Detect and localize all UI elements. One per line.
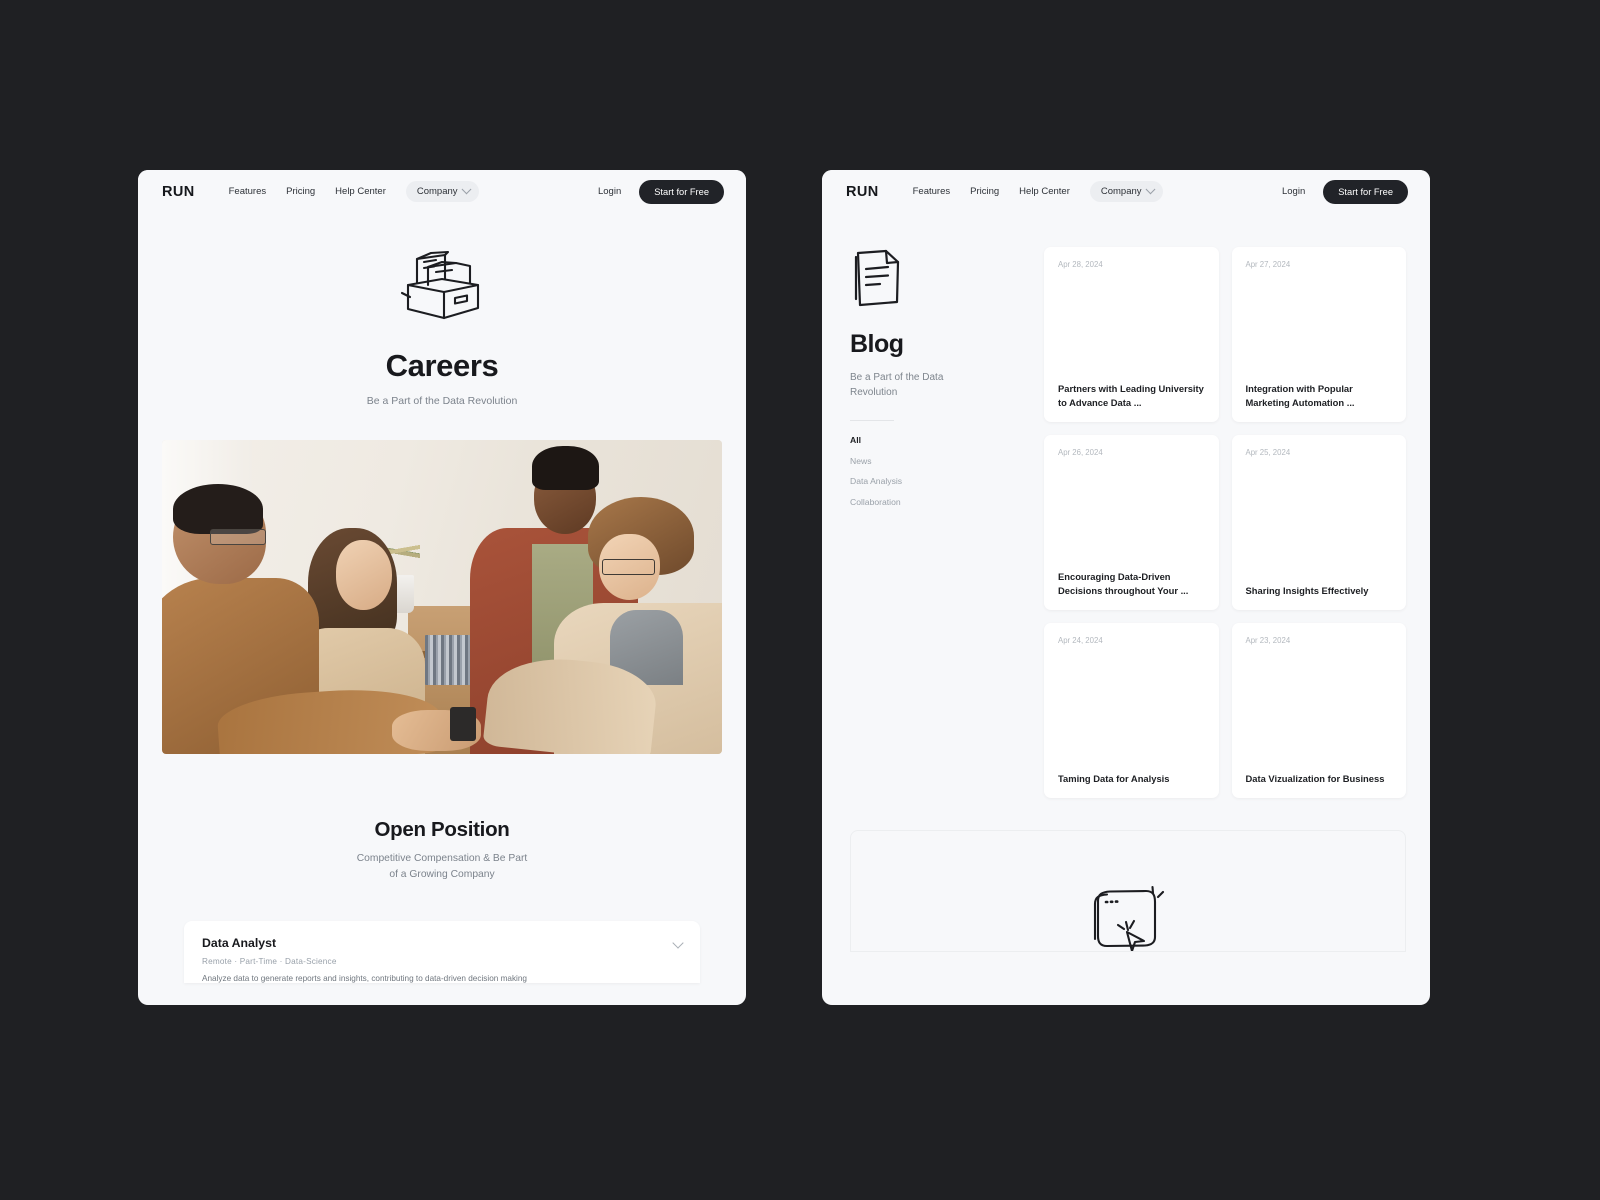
- careers-page-panel: RUN Features Pricing Help Center Company…: [138, 170, 746, 1005]
- blog-post-date: Apr 28, 2024: [1058, 260, 1103, 269]
- nav-dropdown-company[interactable]: Company: [405, 181, 479, 202]
- job-listing-card[interactable]: Data Analyst Remote · Part-Time · Data-S…: [184, 920, 700, 983]
- file-drawer-icon: [400, 250, 480, 320]
- blog-post-title: Integration with Popular Marketing Autom…: [1245, 383, 1355, 408]
- nav-dropdown-company-label: Company: [1100, 186, 1142, 197]
- nav-right-group: Login Start for Free: [598, 179, 724, 204]
- login-link[interactable]: Login: [598, 186, 621, 197]
- blog-category-data-analysis[interactable]: Data Analysis: [850, 476, 1040, 486]
- careers-page-subtitle: Be a Part of the Data Revolution: [366, 395, 518, 407]
- nav-dropdown-company-label: Company: [416, 186, 458, 197]
- blog-navbar: RUN Features Pricing Help Center Company…: [822, 170, 1430, 213]
- blog-post-title: Partners with Leading University to Adva…: [1058, 383, 1204, 408]
- document-icon: [854, 249, 900, 307]
- careers-page-title: Careers: [385, 348, 499, 383]
- blog-cta-section: [850, 830, 1406, 952]
- blog-page-subtitle: Be a Part of the Data Revolution: [850, 372, 944, 398]
- nav-links: Features Pricing Help Center Company: [229, 181, 479, 202]
- blog-post-title: Data Vizualization for Business: [1245, 772, 1385, 784]
- screen-background: RUN Features Pricing Help Center Company…: [0, 0, 1600, 1200]
- login-link[interactable]: Login: [1282, 186, 1305, 197]
- blog-category-list: All News Data Analysis Collaboration: [850, 435, 1040, 507]
- blog-sidebar: Blog Be a Part of the Data Revolution Al…: [850, 247, 1040, 798]
- blog-page-title: Blog: [850, 330, 904, 358]
- blog-category-all[interactable]: All: [850, 435, 1040, 445]
- start-for-free-button[interactable]: Start for Free: [1323, 179, 1408, 204]
- blog-post-date: Apr 27, 2024: [1245, 260, 1291, 269]
- blog-post-date: Apr 26, 2024: [1058, 448, 1103, 457]
- blog-post-date: Apr 24, 2024: [1058, 636, 1103, 645]
- job-meta: Remote · Part-Time · Data-Science: [202, 956, 337, 966]
- nav-link-help-center[interactable]: Help Center: [335, 186, 386, 197]
- blog-content: Blog Be a Part of the Data Revolution Al…: [822, 213, 1430, 798]
- open-position-subtitle-line2: of a Growing Company: [389, 868, 495, 880]
- blog-post-grid: Apr 28, 2024 Partners with Leading Unive…: [1044, 247, 1406, 798]
- blog-category-news[interactable]: News: [850, 456, 1040, 466]
- chevron-down-icon: [1145, 184, 1155, 195]
- nav-link-help-center[interactable]: Help Center: [1019, 186, 1070, 197]
- brand-logo[interactable]: RUN: [846, 184, 879, 200]
- blog-post-date: Apr 25, 2024: [1245, 448, 1291, 457]
- chevron-down-icon: [461, 184, 471, 195]
- blog-post-card[interactable]: Apr 26, 2024 Encouraging Data-Driven Dec…: [1044, 435, 1219, 610]
- blog-post-card[interactable]: Apr 27, 2024 Integration with Popular Ma…: [1231, 247, 1406, 422]
- careers-hero: Careers Be a Part of the Data Revolution: [162, 213, 722, 407]
- brand-logo[interactable]: RUN: [162, 184, 195, 200]
- nav-right-group: Login Start for Free: [1282, 179, 1408, 204]
- open-position-subtitle-line1: Competitive Compensation & Be Part: [356, 853, 528, 864]
- blog-post-card[interactable]: Apr 24, 2024 Taming Data for Analysis: [1044, 623, 1219, 798]
- browser-click-icon: [1093, 885, 1165, 951]
- sidebar-divider: [850, 420, 894, 421]
- careers-content: Careers Be a Part of the Data Revolution: [138, 213, 746, 983]
- open-position-section: Open Position Competitive Compensation &…: [162, 754, 722, 883]
- blog-page-panel: RUN Features Pricing Help Center Company…: [822, 170, 1430, 1005]
- open-position-subtitle: Competitive Compensation & Be Part of a …: [162, 851, 722, 883]
- job-description: Analyze data to generate reports and ins…: [202, 973, 527, 983]
- nav-link-pricing[interactable]: Pricing: [970, 186, 999, 197]
- blog-category-collaboration[interactable]: Collaboration: [850, 497, 1040, 507]
- blog-post-title: Encouraging Data-Driven Decisions throug…: [1058, 571, 1189, 596]
- start-for-free-button[interactable]: Start for Free: [639, 179, 724, 204]
- nav-links: Features Pricing Help Center Company: [913, 181, 1163, 202]
- nav-dropdown-company[interactable]: Company: [1089, 181, 1163, 202]
- blog-post-title: Taming Data for Analysis: [1058, 772, 1170, 784]
- open-position-title: Open Position: [374, 818, 510, 841]
- blog-post-card[interactable]: Apr 25, 2024 Sharing Insights Effectivel…: [1231, 435, 1406, 610]
- job-title: Data Analyst: [202, 935, 277, 950]
- blog-post-card[interactable]: Apr 28, 2024 Partners with Leading Unive…: [1044, 247, 1219, 422]
- blog-post-card[interactable]: Apr 23, 2024 Data Vizualization for Busi…: [1231, 623, 1406, 798]
- blog-post-title: Sharing Insights Effectively: [1245, 584, 1369, 596]
- nav-link-features[interactable]: Features: [229, 186, 267, 197]
- team-handshake-photo: [162, 440, 722, 754]
- blog-post-date: Apr 23, 2024: [1245, 636, 1291, 645]
- careers-navbar: RUN Features Pricing Help Center Company…: [138, 170, 746, 213]
- nav-link-pricing[interactable]: Pricing: [286, 186, 315, 197]
- nav-link-features[interactable]: Features: [913, 186, 951, 197]
